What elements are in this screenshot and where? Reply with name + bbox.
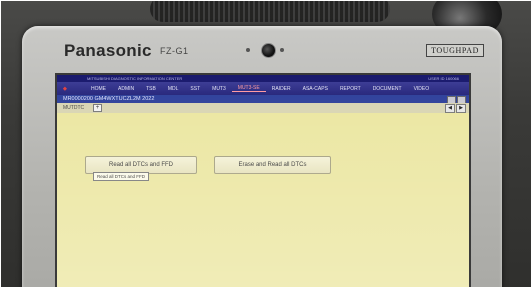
image-frame [0, 0, 532, 288]
